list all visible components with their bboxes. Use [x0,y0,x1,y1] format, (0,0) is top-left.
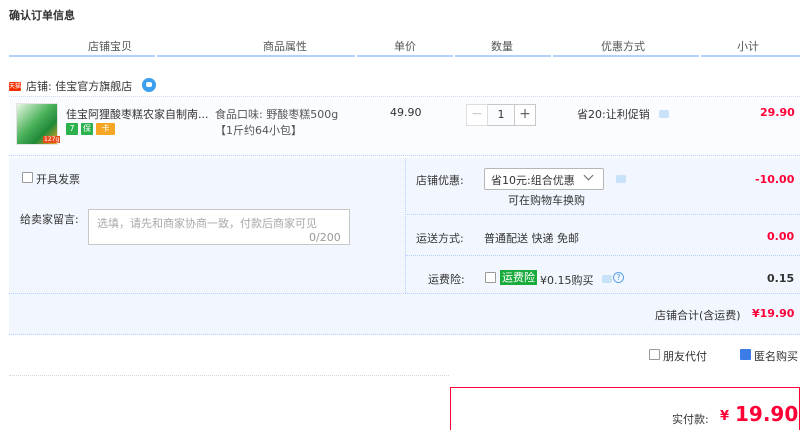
paid-amount: 19.90 [735,402,799,426]
discount-info-icon[interactable] [616,175,626,183]
insurance-price: ¥0.15购买 [540,274,594,287]
friend-pay-checkbox[interactable] [649,349,660,360]
message-placeholder: 选填，请先和商家协商一致，付款后商家可见 [97,217,317,230]
paid-label: 实付款: [672,413,709,426]
header-underline [357,55,453,57]
discount-note: 可在购物车换购 [508,194,585,207]
insurance-badge: 运费险 [500,270,537,285]
item-subtotal: 29.90 [760,106,795,119]
divider [405,255,800,256]
shop-name-link[interactable]: 店铺: 佳宝官方旗舰店 [26,78,132,94]
divider [9,293,800,294]
invoice-checkbox[interactable] [22,172,33,183]
header-underline [455,55,551,57]
product-attribute: 食品口味: 野酸枣糕500g [215,108,339,121]
header-underline [9,55,155,57]
insurance-checkbox[interactable] [485,272,496,283]
product-attribute-note: 【1斤约64小包】 [215,124,302,137]
quantity-increase-button[interactable]: + [514,104,536,126]
insurance-label: 运费险: [428,273,465,286]
unit-price: 49.90 [390,106,422,119]
order-item-row [9,96,800,156]
shop-discount-label: 店铺优惠: [416,174,464,187]
friend-pay-label: 朋友代付 [663,350,707,363]
insurance-amount: 0.15 [767,272,795,285]
col-header-item: 店铺宝贝 [88,40,132,53]
insurance-info-icon[interactable] [602,275,612,283]
col-header-qty: 数量 [491,40,513,53]
divider [405,214,800,215]
quantity-stepper: − 1 + [466,104,536,126]
anonymous-label: 匿名购买 [754,350,798,363]
message-char-counter: 0/200 [309,231,341,244]
tmall-icon: 天猫 [9,82,22,91]
chat-seller-icon[interactable] [142,78,156,92]
guarantee-icon[interactable]: 保 [81,123,93,135]
thumbnail-label: 127g [43,136,61,143]
shop-discount-selected: 省10元:组合优惠 [491,174,575,187]
col-header-promo: 优惠方式 [601,40,645,53]
shop-total-amount: ¥19.90 [752,307,795,320]
invoice-label: 开具发票 [36,173,80,186]
col-header-price: 单价 [394,40,416,53]
page-title: 确认订单信息 [9,9,75,22]
anonymous-checkbox[interactable] [740,349,751,360]
message-label: 给卖家留言: [20,213,79,226]
quantity-decrease-button[interactable]: − [466,104,488,126]
header-underline [553,55,699,57]
shipping-method: 普通配送 快递 免邮 [484,232,579,245]
product-title-link[interactable]: 佳宝阿狸酸枣糕农家自制南... [66,106,209,122]
shop-total-label: 店铺合计(含运费) [655,309,741,322]
shipping-amount: 0.00 [767,230,795,243]
col-header-attr: 商品属性 [263,40,307,53]
credit-card-icon[interactable]: 卡 [96,123,115,135]
seven-day-return-icon[interactable]: 7 [66,123,78,135]
shipping-label: 运送方式: [416,232,464,245]
header-underline [157,55,355,57]
quantity-input[interactable]: 1 [488,104,514,126]
paid-currency: ¥ [720,409,730,424]
promo-info-icon[interactable] [659,110,669,118]
item-promo: 省20:让利促销 [577,108,650,121]
divider [9,375,449,376]
col-header-subtotal: 小计 [737,40,759,53]
help-icon[interactable]: ? [613,272,624,283]
shop-discount-amount: -10.00 [755,173,795,186]
header-underline [701,55,800,57]
